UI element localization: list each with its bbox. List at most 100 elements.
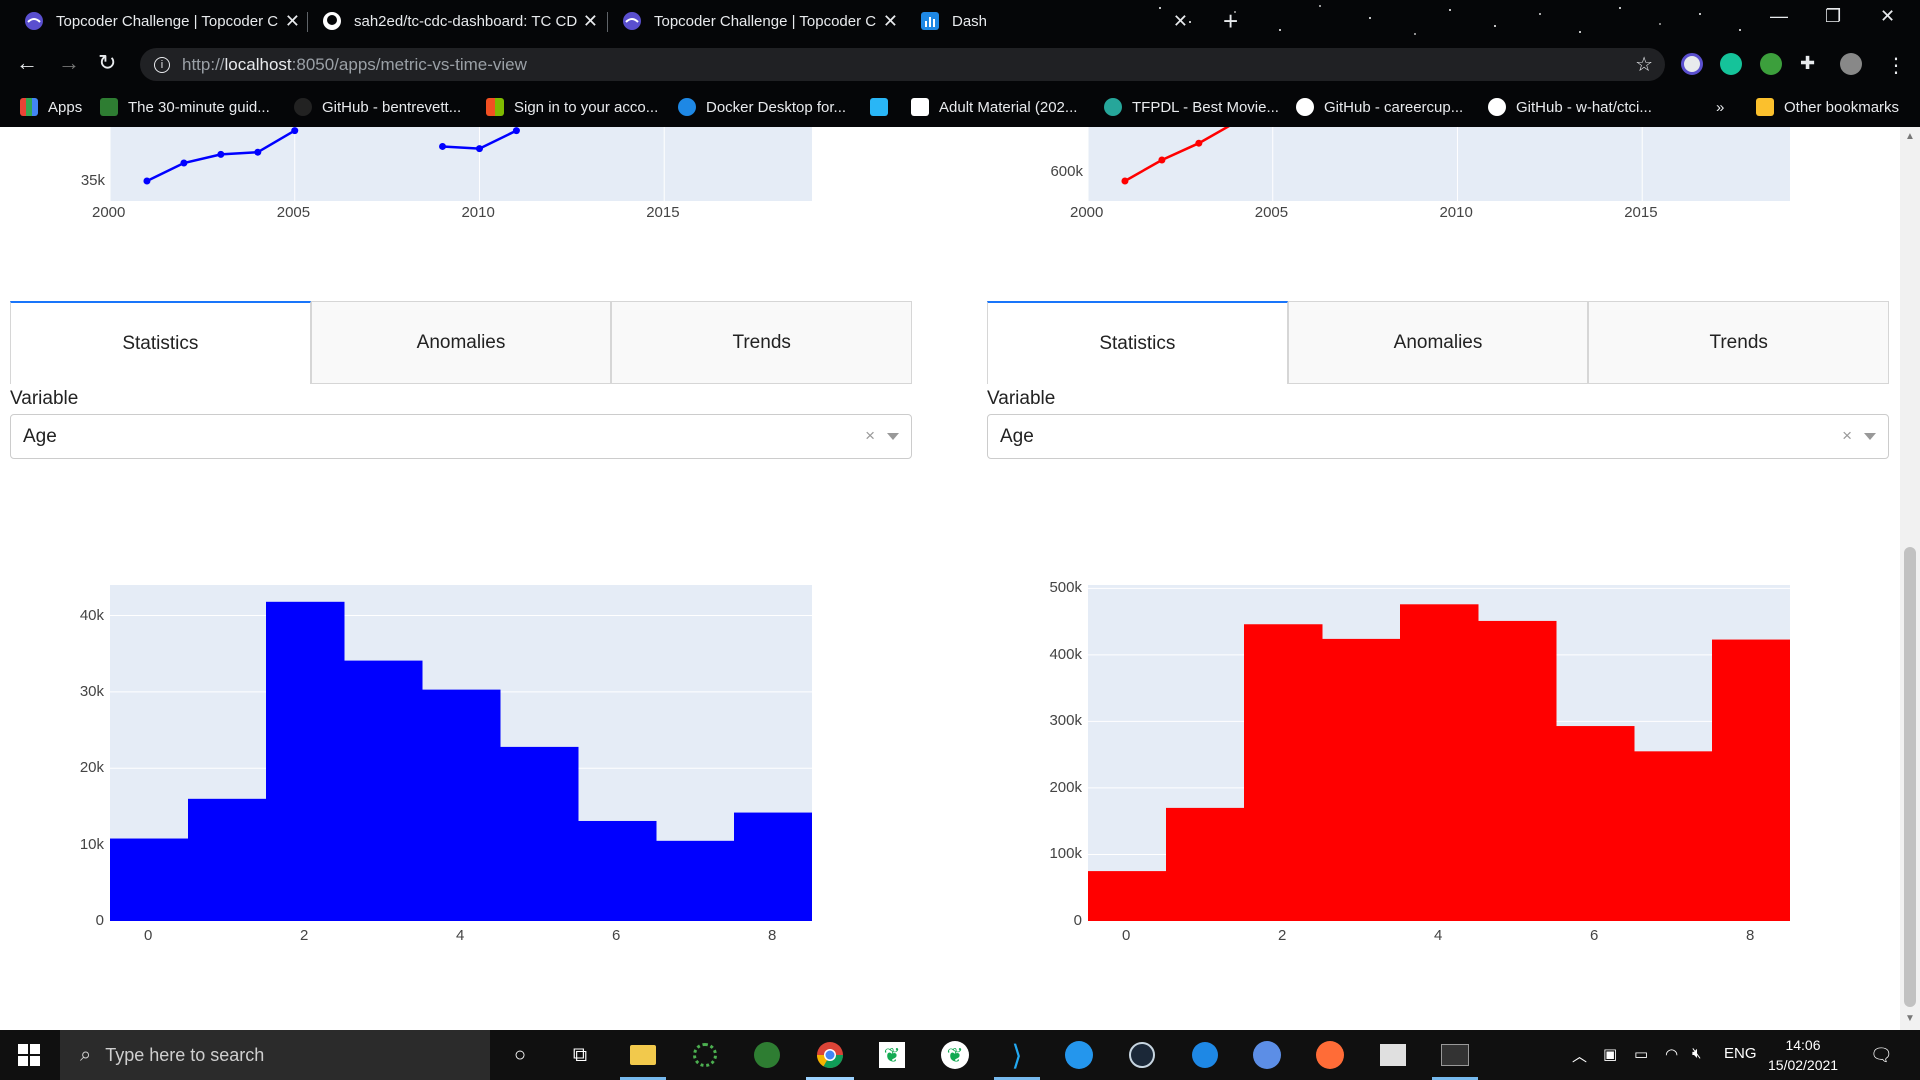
histogram-bar[interactable] [110, 838, 189, 921]
loader-app-icon[interactable] [690, 1040, 720, 1070]
data-point[interactable] [1158, 156, 1166, 164]
wifi-icon[interactable]: ◠ [1665, 1045, 1678, 1063]
taskbar-search-input[interactable]: ⌕ Type here to search [60, 1030, 490, 1080]
steam-icon[interactable] [1127, 1040, 1157, 1070]
data-point[interactable] [254, 148, 262, 156]
tab-trends[interactable]: Trends [1588, 301, 1890, 384]
data-point[interactable] [143, 177, 151, 185]
forward-icon[interactable]: → [58, 50, 80, 76]
data-point[interactable] [1121, 177, 1129, 185]
histogram-bar[interactable] [188, 798, 267, 921]
close-icon[interactable]: ✕ [883, 11, 898, 32]
data-point[interactable] [217, 150, 225, 158]
page-scrollbar[interactable]: ▲ ▼ [1900, 127, 1920, 1030]
profile-avatar[interactable] [1840, 53, 1862, 75]
bookmark-icon-only[interactable] [870, 96, 898, 118]
data-point[interactable] [512, 127, 520, 135]
bookmark-apps[interactable]: Apps [20, 96, 82, 118]
tab-anomalies[interactable]: Anomalies [1287, 301, 1589, 384]
extension-globe-icon[interactable] [1760, 53, 1782, 75]
histogram-bar[interactable] [578, 820, 657, 921]
histogram-bar[interactable] [656, 840, 735, 921]
tab-trends[interactable]: Trends [611, 301, 913, 384]
tab-dash-active[interactable]: Dash ✕ [920, 5, 1196, 37]
bookmark-github-w-hat[interactable]: GitHub - w-hat/ctci... [1488, 96, 1652, 118]
tab-topcoder-2[interactable]: Topcoder Challenge | Topcoder C ✕ [622, 5, 898, 37]
variable-dropdown[interactable]: Age × [10, 414, 912, 459]
battery-icon[interactable]: ▭ [1634, 1045, 1648, 1063]
tab-topcoder-1[interactable]: Topcoder Challenge | Topcoder C ✕ [24, 5, 300, 37]
histogram-bar[interactable] [734, 812, 812, 921]
bookmark-30-minute-guide[interactable]: The 30-minute guid... [100, 96, 270, 118]
data-point[interactable] [1195, 139, 1203, 147]
data-point[interactable] [291, 127, 299, 135]
bookmark-docker-desktop[interactable]: Docker Desktop for... [678, 96, 846, 118]
histogram-bar[interactable] [1634, 751, 1713, 921]
minimize-icon[interactable]: — [1770, 6, 1788, 27]
cortana-icon[interactable]: ○ [505, 1040, 535, 1070]
task-view-icon[interactable]: ⧉ [565, 1040, 595, 1070]
bookmark-sign-in[interactable]: Sign in to your acco... [486, 96, 658, 118]
histogram-bar[interactable] [1556, 726, 1635, 921]
data-point[interactable] [439, 142, 447, 150]
close-icon[interactable]: ✕ [583, 11, 598, 32]
chrome-icon[interactable] [815, 1040, 845, 1070]
histogram-bar[interactable] [1712, 639, 1790, 921]
webcam-app-icon[interactable] [1252, 1040, 1282, 1070]
mongodb-compass-icon[interactable]: ❦ [877, 1040, 907, 1070]
chevron-down-icon[interactable] [1864, 433, 1876, 440]
bookmark-github-careercup[interactable]: GitHub - careercup... [1296, 96, 1463, 118]
file-explorer-icon[interactable] [628, 1040, 658, 1070]
close-icon[interactable]: ✕ [285, 11, 300, 32]
address-bar[interactable]: i http://localhost:8050/apps/metric-vs-t… [140, 48, 1665, 81]
other-bookmarks-folder[interactable]: Other bookmarks [1756, 96, 1899, 118]
windows-start-icon[interactable] [18, 1044, 40, 1066]
bookmark-github-bentrevett[interactable]: GitHub - bentrevett... [294, 96, 461, 118]
data-point[interactable] [180, 159, 188, 167]
mongodb-icon[interactable]: ❦ [940, 1040, 970, 1070]
reload-icon[interactable]: ↻ [98, 50, 116, 76]
tab-github[interactable]: sah2ed/tc-cdc-dashboard: TC CD ✕ [322, 5, 598, 37]
histogram-bar[interactable] [266, 601, 345, 921]
extensions-puzzle-icon[interactable]: ✚ [1800, 53, 1822, 75]
scroll-up-icon[interactable]: ▲ [1905, 131, 1915, 142]
histogram-bar[interactable] [344, 660, 423, 921]
chevron-down-icon[interactable] [887, 433, 899, 440]
histogram-bar[interactable] [1088, 871, 1167, 921]
terminal-icon[interactable] [1440, 1040, 1470, 1070]
variable-dropdown[interactable]: Age × [987, 414, 1889, 459]
back-icon[interactable]: ← [16, 50, 38, 76]
close-window-icon[interactable]: ✕ [1880, 6, 1895, 27]
restore-icon[interactable]: ❐ [1825, 6, 1841, 27]
extension-blocker-icon[interactable] [1681, 53, 1703, 75]
camera-tray-icon[interactable]: ▣ [1603, 1045, 1617, 1063]
uplay-icon[interactable] [1190, 1040, 1220, 1070]
histogram-bar[interactable] [422, 689, 501, 921]
globe-app-icon[interactable] [752, 1040, 782, 1070]
tab-statistics[interactable]: Statistics [10, 301, 311, 384]
new-tab-button[interactable]: + [1223, 6, 1238, 37]
histogram-bar[interactable] [1478, 620, 1557, 921]
notifications-icon[interactable]: 🗨︎ [1870, 1045, 1893, 1066]
histogram-bar[interactable] [1322, 638, 1401, 921]
clear-icon[interactable]: × [865, 426, 875, 446]
taskbar-clock[interactable]: 14:06 15/02/2021 [1768, 1035, 1838, 1075]
tray-overflow-icon[interactable]: ︿ [1572, 1045, 1587, 1066]
histogram-bar[interactable] [1244, 624, 1323, 921]
volume-muted-icon[interactable]: 🔇︎ [1692, 1045, 1701, 1062]
scrollbar-thumb[interactable] [1904, 547, 1916, 1007]
scroll-down-icon[interactable]: ▼ [1905, 1013, 1915, 1024]
bookmark-star-icon[interactable]: ☆ [1635, 52, 1653, 77]
histogram-bar[interactable] [1400, 604, 1479, 921]
info-icon[interactable]: i [154, 56, 170, 73]
vscode-icon[interactable]: ⟩ [1002, 1040, 1032, 1071]
clear-icon[interactable]: × [1842, 426, 1852, 446]
bookmarks-overflow-button[interactable]: » [1716, 96, 1724, 118]
language-indicator[interactable]: ENG [1724, 1045, 1757, 1062]
bookmark-adult-material[interactable]: Adult Material (202... [911, 96, 1077, 118]
grammarly-icon[interactable] [1720, 53, 1742, 75]
paint-app-icon[interactable] [1378, 1040, 1408, 1070]
histogram-bar[interactable] [500, 746, 579, 921]
close-icon[interactable]: ✕ [1173, 11, 1188, 32]
menu-dots-icon[interactable]: ⋮ [1886, 53, 1908, 77]
